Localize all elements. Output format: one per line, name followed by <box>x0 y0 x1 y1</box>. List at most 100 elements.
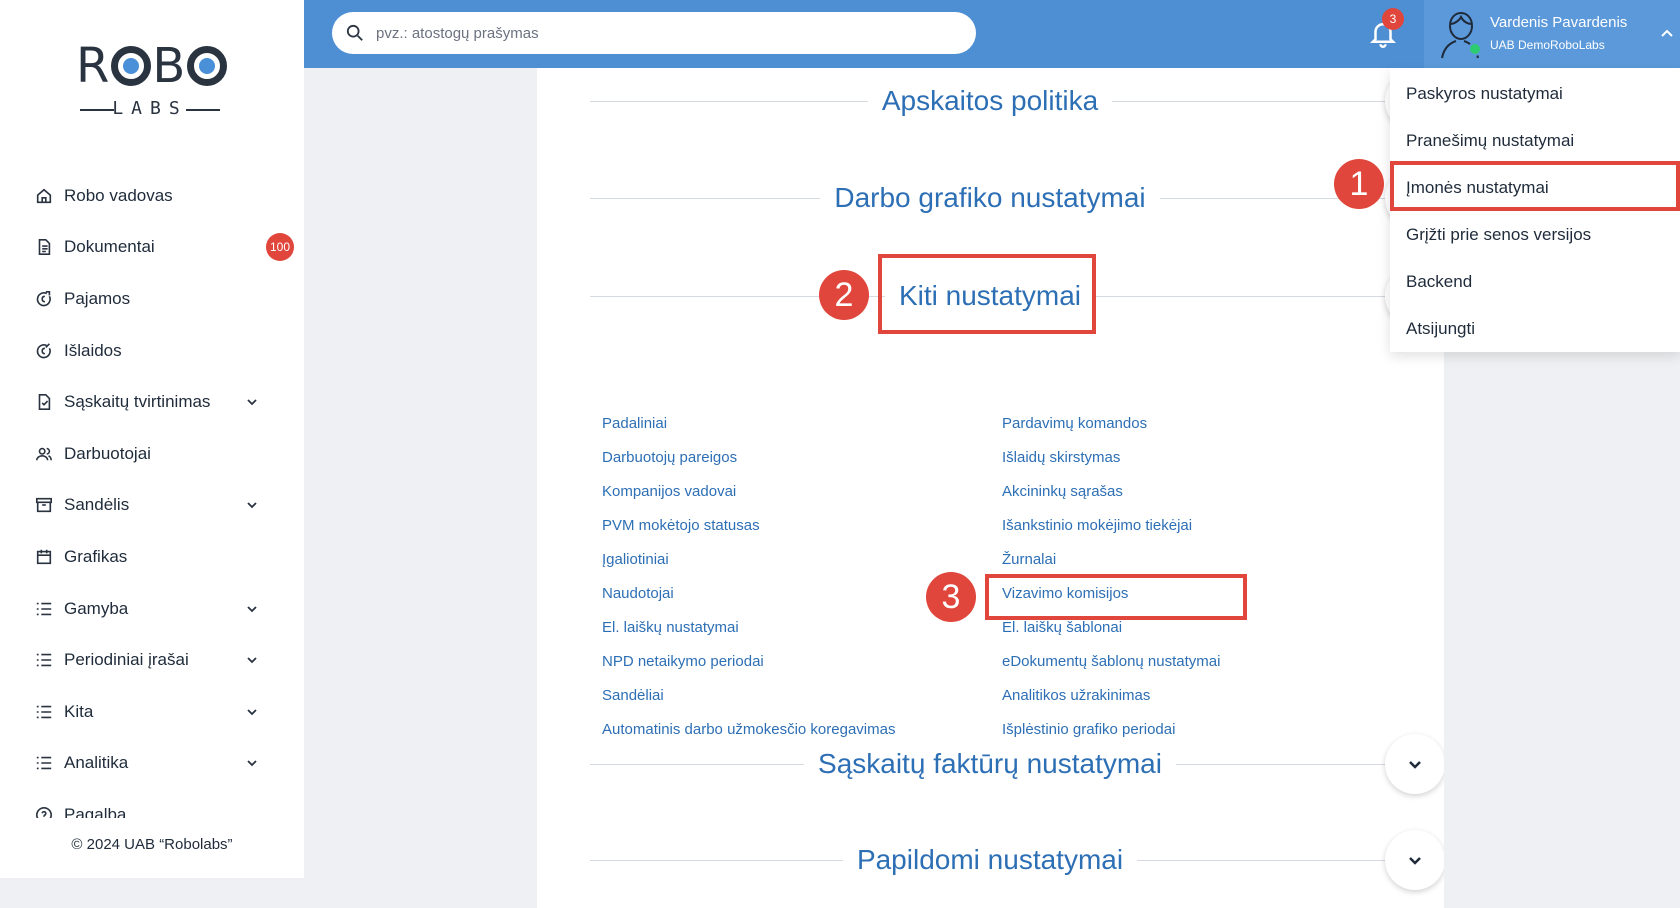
section-expand-button[interactable] <box>1385 734 1445 794</box>
step-badge-2: 2 <box>819 270 869 320</box>
sidebar-item-label: Pajamos <box>64 288 131 308</box>
online-status-dot <box>1468 42 1482 56</box>
section-title: Kiti nustatymai <box>884 280 1096 311</box>
search-input[interactable] <box>376 24 936 42</box>
sidebar-item-label: Analitika <box>64 753 129 773</box>
sidebar-item-kita[interactable]: Kita <box>0 686 304 738</box>
menu-item-pranesimu-nustatymai[interactable]: Pranešimų nustatymai <box>1406 123 1574 159</box>
link-pardavimu-komandos[interactable]: Pardavimų komandos <box>1002 414 1220 448</box>
chevron-down-icon[interactable] <box>246 757 258 769</box>
sidebar-item-grafikas[interactable]: Grafikas <box>0 531 304 583</box>
link-zurnalai[interactable]: Žurnalai <box>1002 550 1220 584</box>
link-akcininku-sarasas[interactable]: Akcininkų sąrašas <box>1002 482 1220 516</box>
list-icon <box>34 753 54 773</box>
sidebar-item-robo-vadovas[interactable]: Robo vadovas <box>0 170 304 222</box>
sidebar-item-label: Grafikas <box>64 546 128 566</box>
step-badge-3: 3 <box>926 572 976 622</box>
link-islaidu-skirstymas[interactable]: Išlaidų skirstymas <box>1002 448 1220 482</box>
chevron-down-icon <box>1409 857 1421 865</box>
user-name: Vardenis Pavardenis <box>1490 14 1628 31</box>
search-bar <box>332 12 976 54</box>
step-badge-1: 1 <box>1334 159 1384 209</box>
sidebar-item-pajamos[interactable]: Pajamos <box>0 273 304 325</box>
chevron-down-icon[interactable] <box>246 654 258 666</box>
help-icon <box>34 805 54 818</box>
menu-item-grizti-prie-senos-versijos[interactable]: Grįžti prie senos versijos <box>1406 217 1591 253</box>
section-papildomi: Papildomi nustatymai <box>590 830 1445 890</box>
list-icon <box>34 599 54 619</box>
section-title: Sąskaitų faktūrų nustatymai <box>804 748 1176 779</box>
users-icon <box>34 444 54 464</box>
link-edokumentu-sablonu-nustatymai[interactable]: eDokumentų šablonų nustatymai <box>1002 652 1220 686</box>
sidebar-item-saskaitu-tvirtinimas[interactable]: Sąskaitų tvirtinimas <box>0 376 304 428</box>
sidebar-item-label: Dokumentai <box>64 237 155 257</box>
section-kiti-nustatymai: Kiti nustatymai <box>590 266 1445 326</box>
sidebar-item-label: Periodiniai įrašai <box>64 650 189 670</box>
sidebar-item-label: Sąskaitų tvirtinimas <box>64 392 211 412</box>
invoice-check-icon <box>34 392 54 412</box>
section-saskaitu-fakturu: Sąskaitų faktūrų nustatymai <box>590 734 1445 794</box>
sidebar-item-label: Išlaidos <box>64 340 122 360</box>
calendar-icon <box>34 547 54 567</box>
section-expand-button[interactable] <box>1385 830 1445 890</box>
home-icon <box>34 186 54 206</box>
sidebar-item-gamyba[interactable]: Gamyba <box>0 583 304 635</box>
link-igaliotiniai[interactable]: Įgaliotiniai <box>602 550 895 584</box>
chevron-down-icon[interactable] <box>246 499 258 511</box>
documents-count-badge: 100 <box>266 233 294 262</box>
menu-item-backend[interactable]: Backend <box>1406 264 1472 300</box>
link-darbuotoju-pareigos[interactable]: Darbuotojų pareigos <box>602 448 895 482</box>
menu-item-atsijungti[interactable]: Atsijungti <box>1406 311 1475 347</box>
menu-item-paskyros-nustatymai[interactable]: Paskyros nustatymai <box>1406 76 1563 112</box>
link-el-lasku-sablonai[interactable]: El. laiškų šablonai <box>1002 618 1220 652</box>
user-company: UAB DemoRoboLabs <box>1490 38 1605 52</box>
sidebar-item-label: Sandėlis <box>64 495 130 515</box>
copyright-footer: © 2024 UAB “Robolabs” <box>71 836 233 853</box>
top-bar: 3 Vardenis Pavardenis UAB DemoRoboLabs <box>304 0 1680 68</box>
chevron-down-icon <box>1409 761 1421 769</box>
link-analitikos-uzrakinimas[interactable]: Analitikos užrakinimas <box>1002 686 1220 720</box>
chevron-down-icon[interactable] <box>246 706 258 718</box>
document-icon <box>34 237 54 257</box>
section-title: Darbo grafiko nustatymai <box>820 182 1160 213</box>
link-vizavimo-komisijos[interactable]: Vizavimo komisijos <box>1002 584 1220 618</box>
search-icon <box>346 24 363 41</box>
section-title: Papildomi nustatymai <box>842 844 1138 875</box>
menu-item-imones-nustatymai[interactable]: Įmonės nustatymai <box>1406 170 1549 206</box>
list-icon <box>34 702 54 722</box>
chevron-up-icon <box>1661 29 1673 37</box>
kiti-links-left: Padaliniai Darbuotojų pareigos Kompanijo… <box>602 414 895 754</box>
link-pvm-moketojo-statusas[interactable]: PVM mokėtojo statusas <box>602 516 895 550</box>
settings-card: Apskaitos politika Darbo grafiko nustaty… <box>537 68 1445 908</box>
link-el-laisku-nustatymai[interactable]: El. laiškų nustatymai <box>602 618 895 652</box>
income-icon <box>34 289 54 309</box>
link-padaliniai[interactable]: Padaliniai <box>602 414 895 448</box>
link-naudotojai[interactable]: Naudotojai <box>602 584 895 618</box>
link-sandeliai[interactable]: Sandėliai <box>602 686 895 720</box>
warehouse-icon <box>34 495 54 515</box>
notification-count-badge: 3 <box>1382 8 1404 30</box>
link-kompanijos-vadovai[interactable]: Kompanijos vadovai <box>602 482 895 516</box>
sidebar-nav: Robo vadovas Dokumentai 100 Pajamos Išla… <box>0 170 304 818</box>
link-npd-netaikymo-periodai[interactable]: NPD netaikymo periodai <box>602 652 895 686</box>
section-title: Apskaitos politika <box>867 85 1113 116</box>
sidebar-item-sandelis[interactable]: Sandėlis <box>0 480 304 532</box>
sidebar-item-label: Gamyba <box>64 598 129 618</box>
kiti-links-right: Pardavimų komandos Išlaidų skirstymas Ak… <box>1002 414 1220 754</box>
sidebar-item-pagalba[interactable]: Pagalba <box>0 789 304 818</box>
user-menu-toggle[interactable]: Vardenis Pavardenis UAB DemoRoboLabs <box>1424 0 1680 68</box>
user-dropdown-menu: Paskyros nustatymai Pranešimų nustatymai… <box>1390 68 1680 352</box>
expense-icon <box>34 341 54 361</box>
chevron-down-icon[interactable] <box>246 603 258 615</box>
sidebar-item-dokumentai[interactable]: Dokumentai 100 <box>0 222 304 274</box>
sidebar-item-label: Robo vadovas <box>64 185 173 205</box>
sidebar-item-analitika[interactable]: Analitika <box>0 738 304 790</box>
robolabs-logo[interactable]: RB LABS <box>72 40 232 132</box>
sidebar-item-darbuotojai[interactable]: Darbuotojai <box>0 428 304 480</box>
chevron-down-icon[interactable] <box>246 396 258 408</box>
sidebar-item-islaidos[interactable]: Išlaidos <box>0 325 304 377</box>
section-apskaitos-politika: Apskaitos politika <box>590 71 1445 131</box>
link-isankstinio-mokejimo-tiekejai[interactable]: Išankstinio mokėjimo tiekėjai <box>1002 516 1220 550</box>
sidebar-item-periodiniai-irasai[interactable]: Periodiniai įrašai <box>0 634 304 686</box>
sidebar-item-label: Pagalba <box>64 804 127 818</box>
